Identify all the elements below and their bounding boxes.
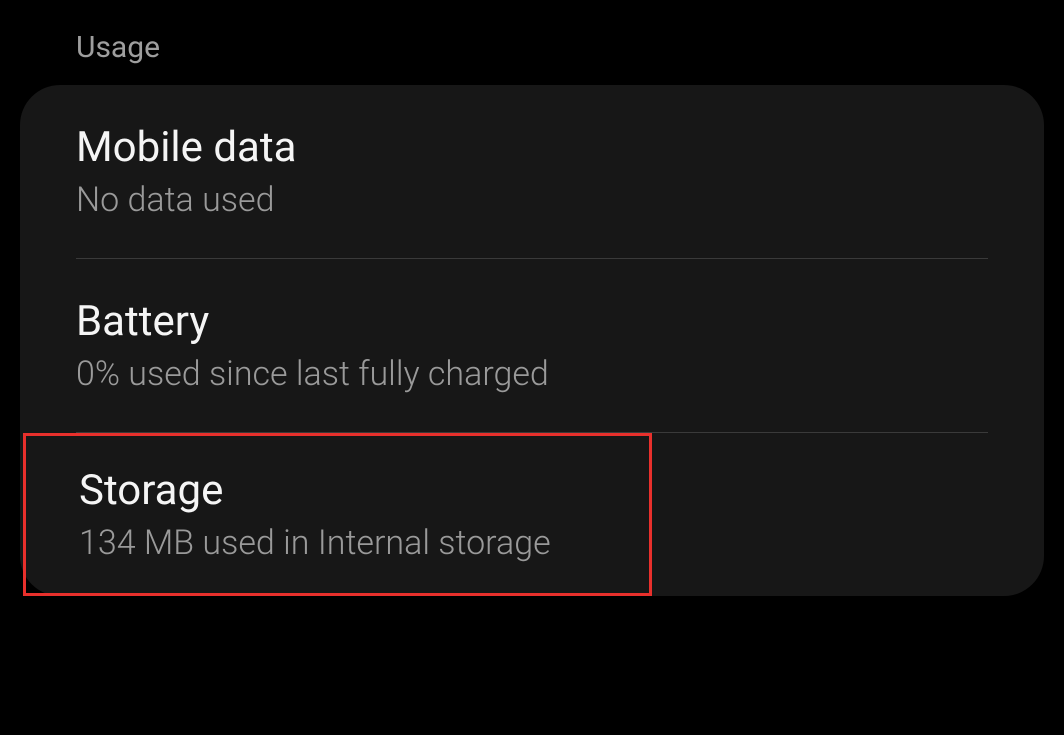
storage-item[interactable]: Storage 134 MB used in Internal storage xyxy=(23,433,652,596)
usage-card: Mobile data No data used Battery 0% used… xyxy=(20,85,1044,596)
battery-title: Battery xyxy=(76,297,988,346)
mobile-data-subtitle: No data used xyxy=(76,180,988,220)
mobile-data-item[interactable]: Mobile data No data used xyxy=(20,85,1044,258)
mobile-data-title: Mobile data xyxy=(76,123,988,172)
battery-item[interactable]: Battery 0% used since last fully charged xyxy=(20,259,1044,432)
battery-subtitle: 0% used since last fully charged xyxy=(76,354,988,394)
storage-title: Storage xyxy=(79,466,649,515)
section-header: Usage xyxy=(0,0,1064,85)
storage-subtitle: 134 MB used in Internal storage xyxy=(79,523,649,563)
